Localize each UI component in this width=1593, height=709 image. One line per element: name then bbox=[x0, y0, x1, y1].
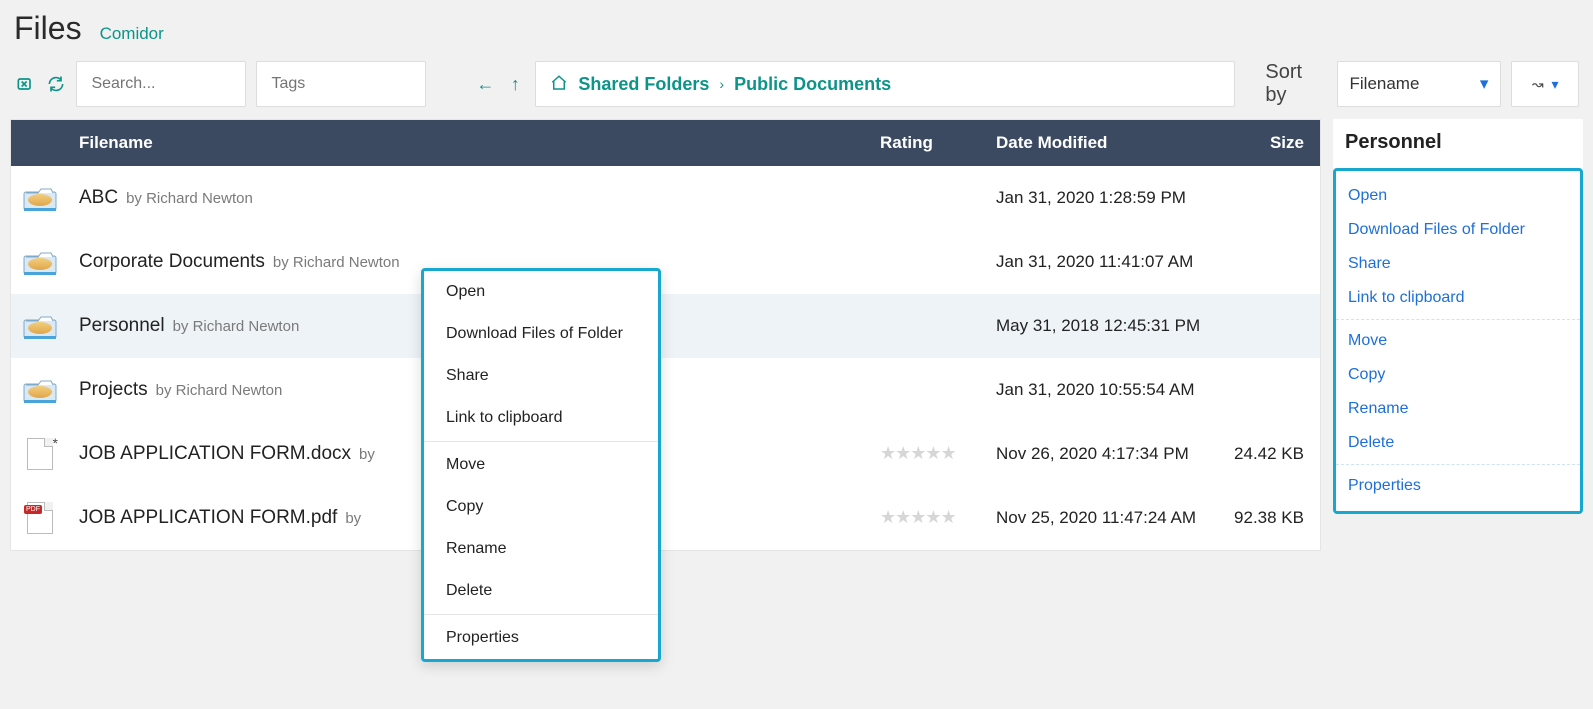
file-name[interactable]: Personnel bbox=[79, 315, 165, 337]
table-row[interactable]: JOB APPLICATION FORM.docx by ★★★★★Nov 26, … bbox=[11, 422, 1320, 486]
menu-divider bbox=[424, 441, 658, 442]
brand-link[interactable]: Comidor bbox=[100, 24, 164, 44]
date-modified: May 31, 2018 12:45:31 PM bbox=[980, 316, 1220, 336]
menu-item[interactable]: Link to clipboard bbox=[1336, 281, 1580, 315]
sort-direction[interactable]: ↝ ▾ bbox=[1511, 61, 1579, 107]
breadcrumb: Shared Folders › Public Documents bbox=[535, 61, 1235, 107]
file-byline: by Richard Newton bbox=[273, 254, 400, 271]
file-name[interactable]: ABC bbox=[79, 187, 118, 209]
menu-item[interactable]: Rename bbox=[1336, 392, 1580, 426]
menu-divider bbox=[424, 614, 658, 615]
menu-divider bbox=[1336, 464, 1580, 465]
nav-up-icon[interactable]: ↑ bbox=[505, 74, 525, 95]
col-rating[interactable]: Rating bbox=[880, 133, 980, 153]
file-byline: by Richard Newton bbox=[126, 190, 253, 207]
folder-icon bbox=[23, 250, 57, 274]
file-grid: Filename Rating Date Modified Size ABC by… bbox=[10, 119, 1321, 551]
rating-stars[interactable]: ★★★★★ bbox=[880, 443, 980, 464]
clear-icon[interactable] bbox=[14, 73, 35, 95]
date-modified: Nov 25, 2020 11:47:24 AM bbox=[980, 508, 1220, 528]
sort-dir-icon: ↝ bbox=[1532, 76, 1544, 93]
page-title: Files bbox=[14, 10, 82, 47]
col-filename[interactable]: Filename bbox=[69, 133, 880, 153]
breadcrumb-item[interactable]: Shared Folders bbox=[578, 74, 709, 95]
chevron-down-icon: ▾ bbox=[1480, 74, 1489, 94]
folder-icon bbox=[23, 314, 57, 338]
sort-select[interactable]: Filename ▾ bbox=[1337, 61, 1502, 107]
chevron-right-icon: › bbox=[719, 76, 724, 92]
home-icon[interactable] bbox=[550, 74, 568, 95]
menu-divider bbox=[1336, 319, 1580, 320]
side-panel-title: Personnel bbox=[1333, 119, 1583, 168]
rating-stars[interactable]: ★★★★★ bbox=[880, 507, 980, 528]
file-byline: by Richard Newton bbox=[156, 382, 283, 399]
menu-item[interactable]: Delete bbox=[1336, 426, 1580, 460]
table-row[interactable]: Projects by Richard Newton Jan 31, 2020 10… bbox=[11, 358, 1320, 422]
menu-item[interactable]: Move bbox=[424, 444, 658, 486]
col-date[interactable]: Date Modified bbox=[980, 133, 1220, 153]
menu-item[interactable]: Open bbox=[1336, 179, 1580, 213]
grid-header: Filename Rating Date Modified Size bbox=[11, 120, 1320, 166]
file-name[interactable]: Projects bbox=[79, 379, 148, 401]
menu-item[interactable]: Delete bbox=[424, 570, 658, 612]
menu-item[interactable]: Properties bbox=[1336, 469, 1580, 503]
table-row[interactable]: Personnel by Richard Newton May 31, 2018 1… bbox=[11, 294, 1320, 358]
folder-icon bbox=[23, 378, 57, 402]
folder-icon bbox=[23, 186, 57, 210]
menu-item[interactable]: Move bbox=[1336, 324, 1580, 358]
file-byline: by bbox=[345, 510, 361, 527]
side-panel-actions: OpenDownload Files of FolderShareLink to… bbox=[1333, 168, 1583, 514]
file-byline: by bbox=[359, 446, 375, 463]
file-size: 92.38 KB bbox=[1220, 508, 1320, 528]
file-size: 24.42 KB bbox=[1220, 444, 1320, 464]
date-modified: Jan 31, 2020 11:41:07 AM bbox=[980, 252, 1220, 272]
sort-label: Sort by bbox=[1265, 61, 1326, 107]
toolbar: ← ↑ Shared Folders › Public Documents So… bbox=[10, 61, 1583, 119]
tags-input[interactable] bbox=[256, 61, 426, 107]
menu-item[interactable]: Download Files of Folder bbox=[424, 313, 658, 355]
menu-item[interactable]: Share bbox=[424, 355, 658, 397]
menu-item[interactable]: Link to clipboard bbox=[424, 397, 658, 439]
file-byline: by Richard Newton bbox=[173, 318, 300, 335]
side-panel: Personnel OpenDownload Files of FolderSh… bbox=[1333, 119, 1583, 514]
date-modified: Nov 26, 2020 4:17:34 PM bbox=[980, 444, 1220, 464]
sort-value: Filename bbox=[1350, 74, 1420, 94]
refresh-icon[interactable] bbox=[45, 73, 66, 95]
file-name[interactable]: JOB APPLICATION FORM.docx bbox=[79, 443, 351, 465]
col-size[interactable]: Size bbox=[1220, 133, 1320, 153]
date-modified: Jan 31, 2020 1:28:59 PM bbox=[980, 188, 1220, 208]
table-row[interactable]: Corporate Documents by Richard Newton Jan … bbox=[11, 230, 1320, 294]
chevron-down-icon: ▾ bbox=[1552, 76, 1559, 93]
date-modified: Jan 31, 2020 10:55:54 AM bbox=[980, 380, 1220, 400]
menu-item[interactable]: Share bbox=[1336, 247, 1580, 281]
file-name[interactable]: Corporate Documents bbox=[79, 251, 265, 273]
menu-item[interactable]: Rename bbox=[424, 528, 658, 570]
menu-item[interactable]: Open bbox=[424, 271, 658, 313]
menu-item[interactable]: Download Files of Folder bbox=[1336, 213, 1580, 247]
menu-item[interactable]: Copy bbox=[424, 486, 658, 528]
menu-item[interactable]: Copy bbox=[1336, 358, 1580, 392]
table-row[interactable]: ABC by Richard Newton Jan 31, 2020 1:28:59… bbox=[11, 166, 1320, 230]
file-name[interactable]: JOB APPLICATION FORM.pdf bbox=[79, 507, 337, 529]
context-menu: OpenDownload Files of FolderShareLink to… bbox=[421, 268, 661, 662]
search-input[interactable] bbox=[76, 61, 246, 107]
table-row[interactable]: PDF JOB APPLICATION FORM.pdf by ★★★★★Nov 25… bbox=[11, 486, 1320, 550]
breadcrumb-item[interactable]: Public Documents bbox=[734, 74, 891, 95]
menu-item[interactable]: Properties bbox=[424, 617, 658, 659]
pdf-icon: PDF bbox=[27, 502, 53, 534]
document-icon bbox=[27, 438, 53, 470]
title-row: Files Comidor bbox=[10, 6, 1583, 61]
nav-back-icon[interactable]: ← bbox=[475, 74, 495, 95]
